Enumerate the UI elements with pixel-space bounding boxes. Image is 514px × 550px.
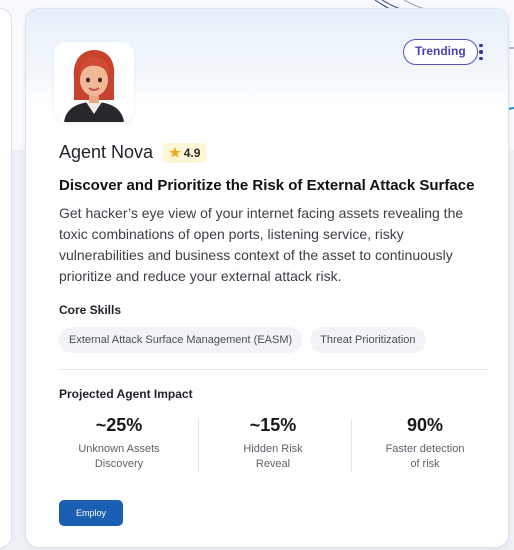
impact-label: Projected Agent Impact xyxy=(59,387,193,401)
metric-label-line1: Unknown Assets xyxy=(78,443,160,455)
agent-name: Agent Nova xyxy=(59,142,154,162)
core-skills-label: Core Skills xyxy=(59,303,122,317)
rating-value: 4.9 xyxy=(183,145,201,160)
metric-label-line1: Faster detection xyxy=(385,443,465,455)
trending-badge: Trending xyxy=(403,39,478,65)
skill-chip: Threat Prioritization xyxy=(310,327,426,353)
metric-label-line2: Reveal xyxy=(255,458,291,470)
agent-description: Get hacker’s eye view of your internet f… xyxy=(59,205,464,284)
previous-agent-card xyxy=(0,8,12,548)
skill-chip: External Attack Surface Management (EASM… xyxy=(59,327,303,353)
metric-value: ~25% xyxy=(95,415,143,435)
page: Trending Agent Nova ★ 4.9 Discover and P… xyxy=(0,0,514,550)
metric-label-line1: Hidden Risk xyxy=(243,443,303,455)
skill-chips: External Attack Surface Management (EASM… xyxy=(59,327,426,353)
agent-portrait-icon xyxy=(54,42,134,122)
metric-hidden-risk: ~15% Hidden Risk Reveal xyxy=(208,415,338,472)
section-divider xyxy=(59,369,487,370)
metric-label-line2: Discovery xyxy=(94,458,144,470)
metric-unknown-assets: ~25% Unknown Assets Discovery xyxy=(54,415,184,472)
rating-badge: ★ 4.9 xyxy=(163,142,207,163)
metric-separator xyxy=(198,419,199,471)
metric-value: ~15% xyxy=(249,415,297,435)
star-icon: ★ xyxy=(169,144,181,160)
agent-avatar xyxy=(54,42,134,122)
kebab-menu-icon[interactable] xyxy=(474,40,488,64)
metric-separator xyxy=(351,419,352,471)
agent-card: Trending Agent Nova ★ 4.9 Discover and P… xyxy=(25,8,509,548)
metric-label-line2: of risk xyxy=(410,458,440,470)
metric-value: 90% xyxy=(406,415,444,435)
metric-faster-detection: 90% Faster detection of risk xyxy=(360,415,490,472)
agent-headline: Discover and Prioritize the Risk of Exte… xyxy=(59,177,475,194)
employ-button[interactable]: Employ xyxy=(59,500,123,526)
agent-name-row: Agent Nova ★ 4.9 xyxy=(59,142,207,163)
